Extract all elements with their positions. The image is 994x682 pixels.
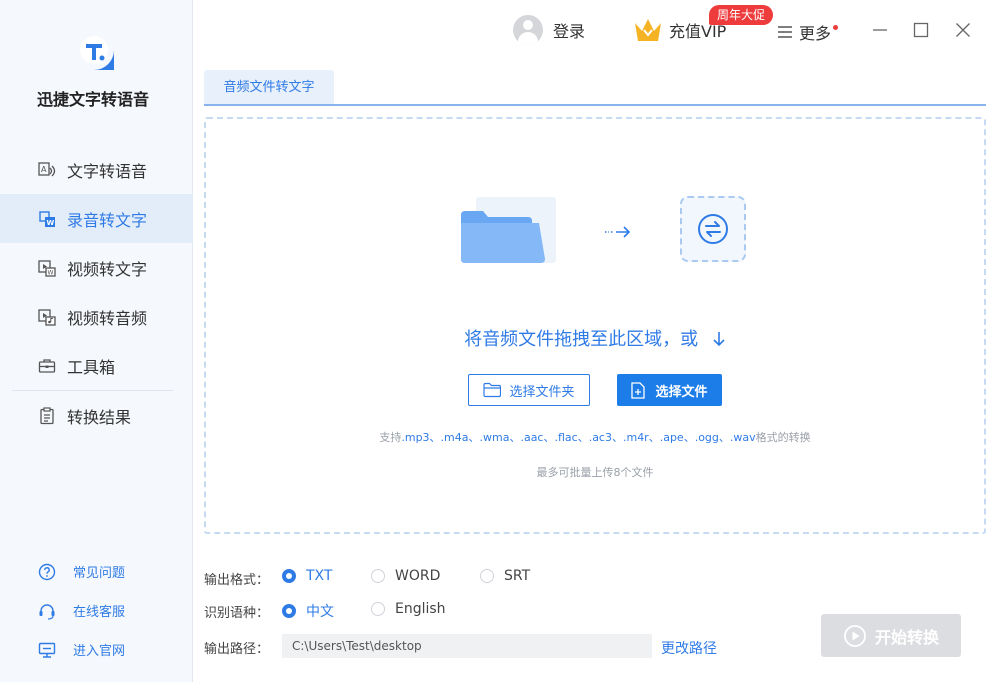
results-icon [37, 406, 57, 426]
sidebar-item-label: 工具箱 [67, 357, 116, 377]
add-file-icon [631, 381, 646, 399]
convert-target-box [680, 196, 746, 262]
sidebar-nav: A 文字转语音 W 录音转文字 W 视频转文字 视频转音频 工具箱 转换结果 [0, 145, 193, 440]
faq-link[interactable]: 常见问题 [0, 552, 193, 591]
app-name: 迅捷文字转语音 [36, 90, 149, 109]
sidebar-item-audio-to-text[interactable]: W 录音转文字 [0, 194, 193, 243]
svg-text:W: W [47, 219, 55, 227]
tab-audio-to-text[interactable]: 音频文件转文字 [204, 70, 334, 105]
sidebar-item-label: 视频转音频 [67, 308, 148, 328]
folder-icon [461, 197, 556, 263]
radio-dot [282, 569, 296, 583]
sidebar: 迅捷文字转语音 A 文字转语音 W 录音转文字 W 视频转文字 视频转音频 工具… [0, 0, 193, 682]
app-logo-icon [74, 30, 114, 70]
upload-limit-note: 最多可批量上传8个文件 [536, 466, 654, 479]
file-drop-zone[interactable]: 将音频文件拖拽至此区域，或 选择文件夹 选择文件 支持.mp3、.m4a、.wm… [204, 117, 986, 534]
maximize-icon [913, 22, 929, 38]
help-item-label: 在线客服 [73, 605, 126, 620]
radio-dot [371, 602, 385, 616]
help-item-label: 进入官网 [73, 644, 126, 659]
maximize-button[interactable] [911, 20, 931, 40]
top-bar: 登录 充值VIP 周年大促 更多 [193, 0, 994, 62]
sidebar-item-toolbox[interactable]: 工具箱 [0, 341, 193, 390]
support-formats-list: .mp3、.m4a、.wma、.aac、.flac、.ac3、.m4r、.ape… [401, 431, 756, 444]
radio-dot [480, 569, 494, 583]
start-convert-button[interactable]: 开始转换 [821, 614, 961, 657]
sidebar-item-label: 录音转文字 [67, 210, 148, 230]
help-item-label: 常见问题 [73, 566, 126, 581]
language-label: 识别语种： [204, 606, 270, 621]
radio-dot [282, 604, 296, 618]
more-menu-button[interactable]: 更多 [777, 20, 839, 44]
change-path-link[interactable]: 更改路径 [661, 638, 717, 658]
sidebar-item-text-to-speech[interactable]: A 文字转语音 [0, 145, 193, 194]
menu-icon [778, 26, 792, 38]
sidebar-item-video-to-audio[interactable]: 视频转音频 [0, 292, 193, 341]
audio-to-text-icon: W [37, 209, 57, 229]
radio-label: SRT [504, 568, 531, 584]
radio-dot [371, 569, 385, 583]
notification-dot [833, 24, 839, 30]
format-radio-srt[interactable]: SRT [480, 568, 530, 584]
login-label: 登录 [553, 22, 586, 41]
select-file-button[interactable]: 选择文件 [617, 374, 722, 406]
arrow-down-icon [713, 332, 725, 347]
select-folder-label: 选择文件夹 [509, 384, 575, 400]
output-path-field[interactable] [282, 634, 652, 658]
format-radio-txt[interactable]: TXT [282, 568, 332, 584]
headset-icon [38, 602, 56, 620]
question-icon [38, 563, 56, 581]
minimize-icon [873, 29, 887, 31]
avatar [513, 15, 543, 45]
select-file-label: 选择文件 [655, 384, 708, 400]
svg-text:W: W [48, 269, 54, 276]
sidebar-item-label: 文字转语音 [67, 161, 148, 181]
close-button[interactable] [953, 20, 973, 40]
support-prefix: 支持 [379, 431, 402, 444]
video-to-text-icon: W [37, 258, 57, 278]
folder-outline-icon [483, 382, 502, 398]
minimize-button[interactable] [870, 20, 890, 40]
login-button[interactable]: 登录 [513, 15, 585, 45]
sidebar-item-results[interactable]: 转换结果 [0, 391, 193, 440]
svg-text:A: A [41, 165, 47, 174]
support-suffix: 格式的转换 [755, 431, 811, 444]
play-circle-icon [844, 624, 866, 647]
more-label: 更多 [799, 24, 832, 43]
radio-label: WORD [395, 568, 441, 584]
official-site-link[interactable]: 进入官网 [0, 630, 193, 669]
text-to-speech-icon: A [37, 160, 57, 180]
radio-label: TXT [306, 568, 333, 584]
output-format-label: 输出格式： [204, 573, 270, 588]
sidebar-item-label: 视频转文字 [67, 259, 148, 279]
tab-underline [204, 104, 986, 106]
language-radio-chinese[interactable]: 中文 [282, 601, 334, 621]
sidebar-item-video-to-text[interactable]: W 视频转文字 [0, 243, 193, 292]
promo-badge: 周年大促 [709, 5, 774, 25]
drop-instruction: 将音频文件拖拽至此区域，或 [206, 325, 984, 351]
output-path-label: 输出路径： [204, 642, 270, 657]
monitor-icon [38, 641, 56, 659]
convert-icon [698, 214, 728, 244]
start-convert-label: 开始转换 [874, 627, 939, 647]
supported-formats: 支持.mp3、.m4a、.wma、.aac、.flac、.ac3、.m4r、.a… [206, 429, 984, 445]
format-radio-word[interactable]: WORD [371, 568, 440, 584]
radio-label: English [395, 601, 446, 617]
arrow-right-icon [605, 226, 631, 238]
crown-icon [635, 19, 661, 41]
select-folder-button[interactable]: 选择文件夹 [468, 374, 590, 406]
close-icon [956, 23, 970, 37]
language-radio-english[interactable]: English [371, 601, 446, 617]
toolbox-icon [37, 356, 57, 376]
help-links: 常见问题 在线客服 进入官网 [0, 552, 193, 669]
online-support-link[interactable]: 在线客服 [0, 591, 193, 630]
video-to-audio-icon [37, 307, 57, 327]
drop-instruction-text: 将音频文件拖拽至此区域，或 [464, 329, 699, 350]
radio-label: 中文 [306, 604, 334, 620]
sidebar-item-label: 转换结果 [67, 407, 132, 427]
